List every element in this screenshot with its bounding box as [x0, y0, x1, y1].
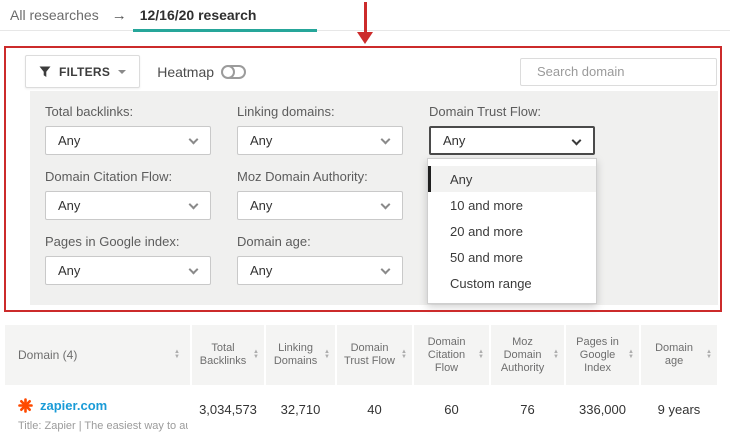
header-domain[interactable]: Domain (4)	[5, 325, 190, 385]
domain-trust-flow-dropdown: Any 10 and more 20 and more 50 and more …	[427, 158, 597, 304]
sort-icon[interactable]	[706, 350, 712, 360]
filter-label: Domain Trust Flow:	[429, 104, 595, 119]
select-value: Any	[58, 263, 80, 278]
header-total-backlinks[interactable]: Total Backlinks	[192, 325, 264, 385]
filter-label: Domain age:	[237, 234, 403, 249]
chevron-down-icon	[381, 135, 391, 145]
filters-button-label: FILTERS	[59, 65, 110, 79]
search-domain-box	[520, 58, 717, 86]
heatmap-toggle[interactable]	[221, 65, 246, 79]
domain-trust-flow-select[interactable]: Any	[429, 126, 595, 155]
sort-icon[interactable]	[553, 350, 559, 360]
breadcrumb: All researches → 12/16/20 research	[0, 0, 730, 31]
search-domain-input[interactable]	[537, 64, 713, 79]
chevron-down-icon	[189, 265, 199, 275]
breadcrumb-arrow-icon: →	[112, 7, 127, 24]
breadcrumb-all-researches[interactable]: All researches	[10, 7, 99, 23]
dropdown-option-custom-range[interactable]: Custom range	[428, 270, 596, 296]
filter-linking-domains: Linking domains: Any	[237, 104, 403, 155]
zapier-favicon-icon	[18, 398, 33, 413]
cell-pages-in-google-index: 336,000	[566, 388, 639, 438]
sort-icon[interactable]	[478, 350, 484, 360]
header-domain-trust-flow[interactable]: Domain Trust Flow	[337, 325, 412, 385]
chevron-down-icon	[189, 135, 199, 145]
select-value: Any	[58, 133, 80, 148]
active-tab-underline	[133, 29, 317, 32]
cell-total-backlinks: 3,034,573	[192, 388, 264, 438]
filter-label: Linking domains:	[237, 104, 403, 119]
header-linking-domains[interactable]: Linking Domains	[266, 325, 335, 385]
header-label: Linking Domains	[271, 342, 320, 368]
header-domain-citation-flow[interactable]: Domain Citation Flow	[414, 325, 489, 385]
dropdown-option-10-and-more[interactable]: 10 and more	[428, 192, 596, 218]
filter-label: Total backlinks:	[45, 104, 211, 119]
linking-domains-select[interactable]: Any	[237, 126, 403, 155]
filters-toolbar: FILTERS Heatmap	[25, 55, 717, 88]
chevron-down-icon	[189, 200, 199, 210]
header-label: Moz Domain Authority	[496, 336, 549, 375]
header-label: Total Backlinks	[197, 342, 249, 368]
funnel-icon	[39, 66, 51, 78]
select-value: Any	[250, 263, 272, 278]
domain-link[interactable]: zapier.com	[40, 398, 107, 413]
sort-icon[interactable]	[401, 350, 407, 360]
sort-icon[interactable]	[324, 350, 330, 360]
results-table: Domain (4) Total Backlinks Linking Domai…	[5, 325, 717, 438]
domain-title: Title: Zapier | The easiest way to auto.…	[18, 420, 188, 432]
dropdown-option-any[interactable]: Any	[428, 166, 596, 192]
annotation-arrow-head	[357, 32, 373, 44]
chevron-down-icon	[118, 70, 126, 74]
breadcrumb-current-research[interactable]: 12/16/20 research	[140, 7, 257, 23]
domain-age-select[interactable]: Any	[237, 256, 403, 285]
sort-icon[interactable]	[174, 350, 180, 360]
header-pages-in-google-index[interactable]: Pages in Google Index	[566, 325, 639, 385]
filter-label: Moz Domain Authority:	[237, 169, 403, 184]
chevron-down-icon	[381, 265, 391, 275]
filter-domain-age: Domain age: Any	[237, 234, 403, 285]
header-domain-age[interactable]: Domain age	[641, 325, 717, 385]
filter-label: Pages in Google index:	[45, 234, 211, 249]
sort-icon[interactable]	[628, 350, 634, 360]
chevron-down-icon	[572, 136, 582, 146]
moz-domain-authority-select[interactable]: Any	[237, 191, 403, 220]
total-backlinks-select[interactable]: Any	[45, 126, 211, 155]
table-row-domain-cell: zapier.com Title: Zapier | The easiest w…	[5, 388, 190, 438]
cell-moz-domain-authority: 76	[491, 388, 564, 438]
dropdown-option-20-and-more[interactable]: 20 and more	[428, 218, 596, 244]
select-value: Any	[58, 198, 80, 213]
page: All researches → 12/16/20 research FILTE…	[0, 0, 730, 438]
cell-linking-domains: 32,710	[266, 388, 335, 438]
select-value: Any	[250, 133, 272, 148]
sort-icon[interactable]	[253, 350, 259, 360]
filters-button[interactable]: FILTERS	[25, 55, 140, 88]
toggle-knob	[221, 65, 235, 79]
header-label: Pages in Google Index	[571, 336, 624, 375]
header-label: Domain age	[646, 342, 702, 368]
dropdown-option-50-and-more[interactable]: 50 and more	[428, 244, 596, 270]
cell-domain-citation-flow: 60	[414, 388, 489, 438]
domain-citation-flow-select[interactable]: Any	[45, 191, 211, 220]
heatmap-label: Heatmap	[157, 64, 214, 80]
filter-domain-citation-flow: Domain Citation Flow: Any	[45, 169, 211, 220]
filter-moz-domain-authority: Moz Domain Authority: Any	[237, 169, 403, 220]
filter-label: Domain Citation Flow:	[45, 169, 211, 184]
cell-domain-trust-flow: 40	[337, 388, 412, 438]
filter-panel: Total backlinks: Any Linking domains: An…	[30, 91, 718, 305]
select-value: Any	[443, 133, 465, 148]
chevron-down-icon	[381, 200, 391, 210]
select-value: Any	[250, 198, 272, 213]
pages-in-google-index-select[interactable]: Any	[45, 256, 211, 285]
cell-domain-age: 9 years	[641, 388, 717, 438]
filter-domain-trust-flow: Domain Trust Flow: Any	[429, 104, 595, 155]
header-label: Domain Citation Flow	[419, 336, 474, 375]
header-moz-domain-authority[interactable]: Moz Domain Authority	[491, 325, 564, 385]
header-label: Domain Trust Flow	[342, 342, 397, 368]
filter-pages-in-google-index: Pages in Google index: Any	[45, 234, 211, 285]
header-label: Domain (4)	[18, 349, 77, 362]
filter-total-backlinks: Total backlinks: Any	[45, 104, 211, 155]
